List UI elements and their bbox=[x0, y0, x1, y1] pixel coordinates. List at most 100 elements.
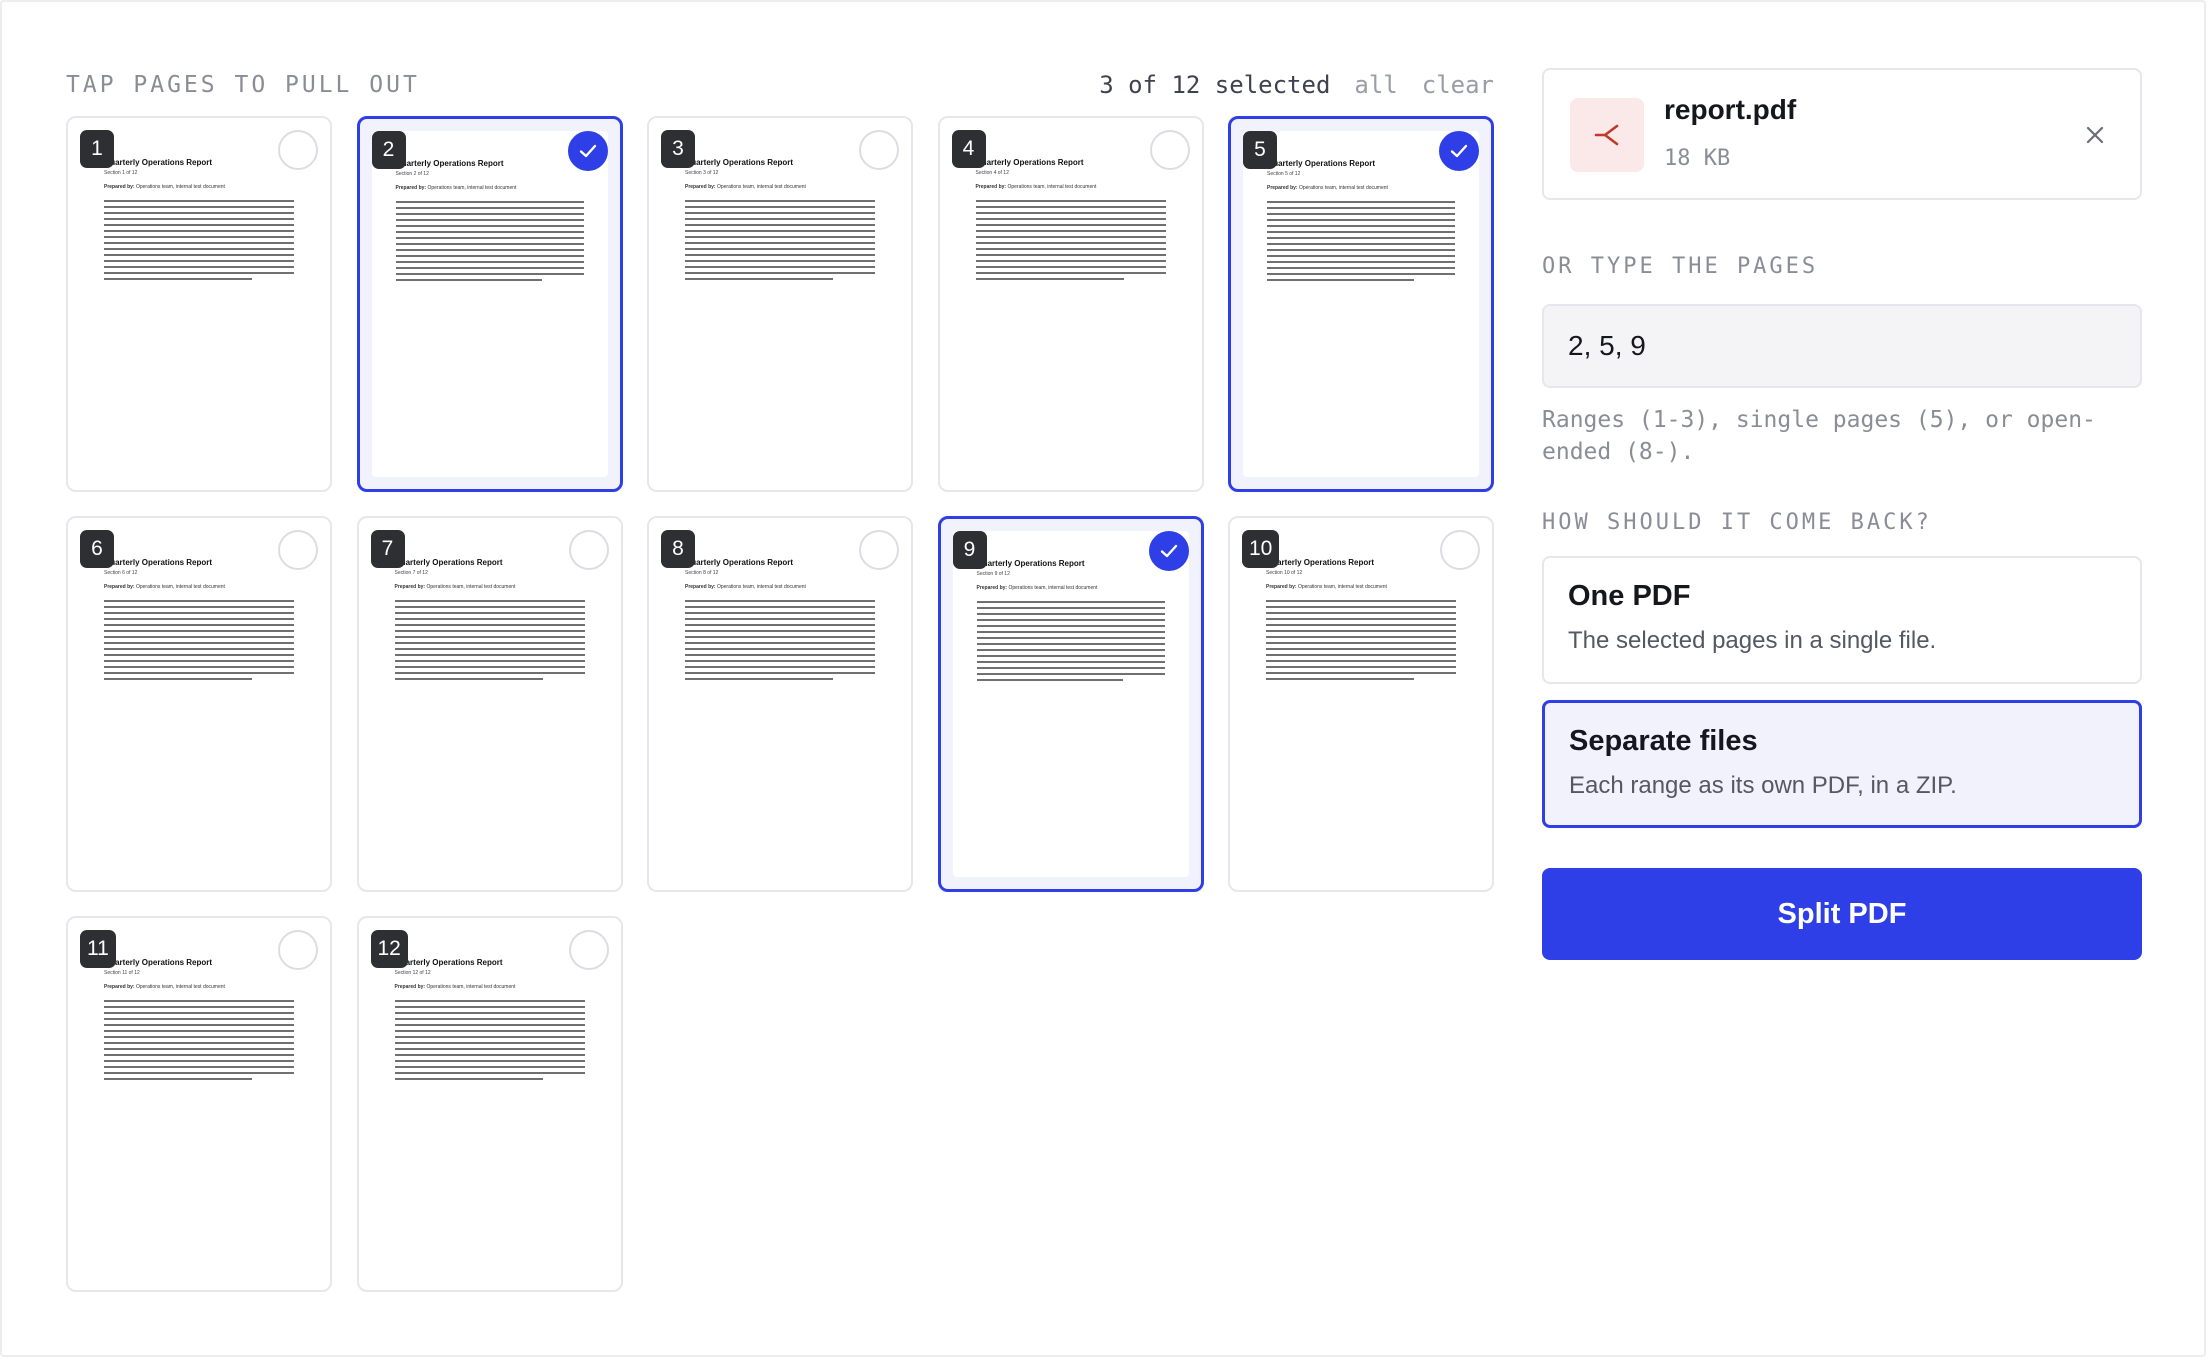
doc-section: Section 11 of 12 bbox=[104, 970, 140, 976]
text-line bbox=[104, 200, 294, 202]
select-checkbox[interactable] bbox=[1439, 131, 1479, 171]
doc-title: Quarterly Operations Report bbox=[104, 558, 213, 567]
page-card-10[interactable]: Quarterly Operations Report Section 10 o… bbox=[1228, 516, 1494, 892]
close-icon[interactable] bbox=[2080, 120, 2110, 150]
select-checkbox[interactable] bbox=[1148, 531, 1189, 571]
text-line bbox=[394, 630, 585, 632]
text-line bbox=[394, 672, 585, 674]
page-card-3[interactable]: Quarterly Operations Report Section 3 of… bbox=[647, 116, 913, 492]
text-line bbox=[685, 660, 875, 662]
checkmark-icon bbox=[1450, 144, 1468, 158]
select-checkbox[interactable] bbox=[1440, 530, 1480, 570]
text-line bbox=[394, 612, 585, 614]
text-line bbox=[104, 666, 294, 668]
option-title: One PDF bbox=[1568, 580, 1691, 612]
select-checkbox[interactable] bbox=[859, 130, 899, 170]
option-one-pdf[interactable]: One PDF The selected pages in a single f… bbox=[1542, 556, 2142, 684]
select-checkbox[interactable] bbox=[278, 130, 318, 170]
text-line bbox=[1266, 612, 1456, 614]
page-card-9[interactable]: Quarterly Operations Report Section 9 of… bbox=[937, 516, 1204, 892]
page-card-11[interactable]: Quarterly Operations Report Section 11 o… bbox=[66, 916, 332, 1292]
option-separate-files[interactable]: Separate files Each range as its own PDF… bbox=[1542, 700, 2142, 828]
page-card-4[interactable]: Quarterly Operations Report Section 4 of… bbox=[937, 116, 1204, 492]
page-card-12[interactable]: Quarterly Operations Report Section 12 o… bbox=[356, 916, 623, 1292]
page-card-5[interactable]: Quarterly Operations Report Section 5 of… bbox=[1228, 116, 1494, 492]
page-card-8[interactable]: Quarterly Operations Report Section 8 of… bbox=[647, 516, 913, 892]
page-card-7[interactable]: Quarterly Operations Report Section 7 of… bbox=[356, 516, 623, 892]
text-line bbox=[976, 667, 1165, 669]
text-line bbox=[104, 266, 294, 268]
text-line bbox=[685, 206, 875, 208]
doc-prepared: Prepared by: Operations team, internal t… bbox=[396, 185, 584, 191]
page-preview: Quarterly Operations Report Section 9 of… bbox=[952, 531, 1189, 877]
text-line bbox=[685, 218, 875, 220]
text-line bbox=[395, 249, 584, 251]
select-checkbox[interactable] bbox=[568, 930, 609, 970]
page-document: Quarterly Operations Report Section 9 of… bbox=[976, 559, 1165, 685]
text-line bbox=[685, 242, 875, 244]
doc-section: Section 3 of 12 bbox=[685, 170, 719, 176]
doc-prepared: Prepared by: Operations team, internal t… bbox=[395, 584, 585, 590]
doc-body-text bbox=[1267, 201, 1455, 281]
select-checkbox[interactable] bbox=[859, 530, 899, 570]
text-line bbox=[976, 631, 1165, 633]
pages-input[interactable] bbox=[1542, 304, 2142, 388]
text-line bbox=[685, 672, 875, 674]
clear-selection-link[interactable]: clear bbox=[1422, 71, 1494, 99]
text-line bbox=[685, 648, 875, 650]
text-line bbox=[975, 254, 1166, 256]
select-checkbox[interactable] bbox=[567, 131, 608, 171]
select-all-link[interactable]: all bbox=[1354, 71, 1397, 99]
text-line bbox=[104, 606, 294, 608]
select-checkbox[interactable] bbox=[278, 530, 318, 570]
page-document: Quarterly Operations Report Section 11 o… bbox=[104, 958, 294, 1084]
page-number-badge: 10 bbox=[1242, 530, 1280, 568]
doc-section: Section 8 of 12 bbox=[685, 570, 719, 576]
doc-title: Quarterly Operations Report bbox=[104, 158, 213, 167]
select-checkbox[interactable] bbox=[568, 530, 609, 570]
option-title: Separate files bbox=[1569, 725, 1758, 757]
text-line bbox=[685, 642, 875, 644]
select-checkbox[interactable] bbox=[278, 930, 318, 970]
doc-body-text bbox=[976, 601, 1165, 681]
text-line bbox=[1267, 249, 1455, 251]
text-line bbox=[975, 242, 1166, 244]
text-line bbox=[104, 224, 294, 226]
page-document: Quarterly Operations Report Section 12 o… bbox=[394, 958, 585, 1084]
page-number-badge: 4 bbox=[951, 130, 986, 168]
page-card-1[interactable]: Quarterly Operations Report Section 1 of… bbox=[66, 116, 332, 492]
text-line bbox=[394, 654, 585, 656]
text-line bbox=[394, 1030, 585, 1032]
text-line bbox=[976, 613, 1165, 615]
text-line bbox=[1267, 201, 1455, 203]
split-pdf-button[interactable]: Split PDF bbox=[1542, 868, 2142, 960]
text-line bbox=[395, 237, 584, 239]
checkmark-icon bbox=[579, 144, 596, 158]
page-number-badge: 7 bbox=[370, 530, 405, 568]
page-number-badge: 9 bbox=[952, 531, 987, 569]
text-line bbox=[685, 606, 875, 608]
doc-section: Section 4 of 12 bbox=[975, 170, 1009, 176]
text-line bbox=[394, 1078, 543, 1080]
doc-title: Quarterly Operations Report bbox=[685, 558, 794, 567]
page-card-2[interactable]: Quarterly Operations Report Section 2 of… bbox=[356, 116, 623, 492]
doc-section: Section 7 of 12 bbox=[394, 570, 428, 576]
text-line bbox=[975, 266, 1166, 268]
text-line bbox=[976, 601, 1165, 603]
text-line bbox=[104, 612, 294, 614]
text-line bbox=[394, 1054, 585, 1056]
text-line bbox=[1267, 207, 1455, 209]
text-line bbox=[104, 254, 294, 256]
text-line bbox=[394, 648, 585, 650]
doc-prepared: Prepared by: Operations team, internal t… bbox=[1266, 584, 1456, 590]
doc-prepared-label: Prepared by: bbox=[975, 184, 1007, 190]
doc-body-text bbox=[394, 1000, 585, 1080]
text-line bbox=[976, 679, 1124, 681]
text-line bbox=[976, 607, 1165, 609]
page-number-badge: 8 bbox=[661, 530, 695, 568]
page-number-badge: 12 bbox=[370, 930, 408, 968]
select-checkbox[interactable] bbox=[1149, 130, 1190, 170]
page-number-badge: 6 bbox=[80, 530, 114, 568]
text-line bbox=[104, 642, 294, 644]
page-card-6[interactable]: Quarterly Operations Report Section 6 of… bbox=[66, 516, 332, 892]
